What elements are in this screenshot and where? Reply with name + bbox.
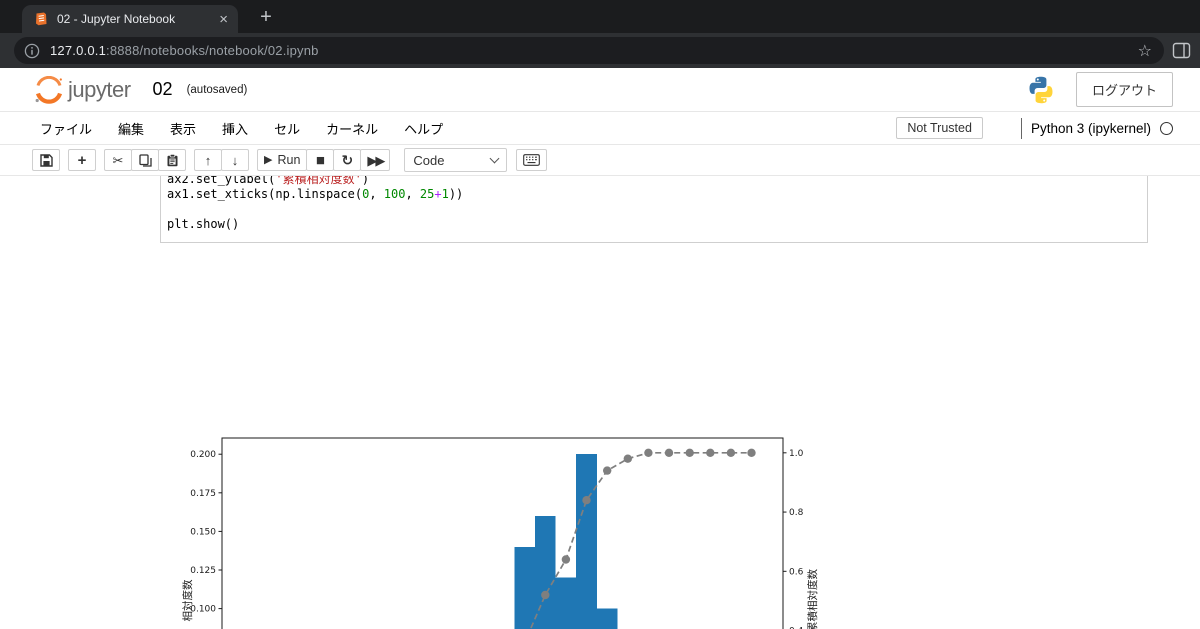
checkpoint-status: (autosaved) bbox=[186, 83, 248, 96]
cut-cell-button[interactable]: ✂ bbox=[104, 149, 132, 171]
browser-tab[interactable]: 02 - Jupyter Notebook × bbox=[22, 5, 238, 33]
logout-button[interactable]: ログアウト bbox=[1075, 72, 1173, 107]
kernel-name: Python 3 (ipykernel) bbox=[1030, 120, 1151, 136]
output-chart: 0481216202428323640444852566064687276808… bbox=[181, 437, 819, 629]
chevron-down-icon bbox=[489, 153, 500, 164]
add-cell-button[interactable]: + bbox=[68, 149, 96, 171]
save-button[interactable] bbox=[32, 149, 60, 171]
run-label: Run bbox=[277, 153, 301, 167]
paste-cell-button[interactable] bbox=[158, 149, 186, 171]
svg-text:0.200: 0.200 bbox=[190, 450, 216, 460]
notebook-body: ax2.set_ylabel('累積相対度数') ax1.set_xticks(n… bbox=[0, 176, 1200, 629]
menu-items: ファイル 編集 表示 挿入 セル カーネル ヘルプ bbox=[27, 119, 456, 138]
svg-text:0.175: 0.175 bbox=[190, 489, 216, 499]
svg-text:1.0: 1.0 bbox=[789, 449, 804, 459]
side-panel-icon[interactable] bbox=[1171, 40, 1192, 61]
menu-bar: ファイル 編集 表示 挿入 セル カーネル ヘルプ Not Trusted Python 3… bbox=[0, 112, 1200, 145]
close-tab-icon[interactable]: × bbox=[219, 12, 228, 27]
y-axis-right: 0.00.20.40.60.81.0 bbox=[783, 449, 804, 629]
keyboard-icon bbox=[523, 154, 541, 166]
command-palette-button[interactable] bbox=[516, 149, 548, 171]
y-axis-left: 0.0000.0250.0500.0750.1000.1250.1500.175… bbox=[190, 450, 222, 615]
menu-item-3[interactable]: 挿入 bbox=[209, 119, 261, 138]
cell-type-value: Code bbox=[413, 152, 445, 168]
bookmark-star-icon[interactable]: ☆ bbox=[1138, 41, 1152, 61]
menu-item-5[interactable]: カーネル bbox=[313, 119, 391, 138]
notebook-toolbar: + ✂ ↑ ↓ ▶ Run ■ ↻ ▶▶ Code bbox=[0, 145, 1200, 176]
cell-type-select[interactable]: Code bbox=[404, 148, 508, 172]
tab-title: 02 - Jupyter Notebook bbox=[57, 12, 176, 26]
kernel-separator bbox=[1020, 117, 1022, 139]
browser-toolbar: 127.0.0.1:8888/notebooks/notebook/02.ipy… bbox=[0, 33, 1200, 68]
jupyter-favicon bbox=[36, 12, 47, 26]
browser-tab-bar: 02 - Jupyter Notebook × + bbox=[0, 0, 1200, 33]
code-line: plt.show() bbox=[167, 217, 240, 231]
floppy-disk-icon bbox=[39, 153, 53, 167]
site-info-icon[interactable] bbox=[24, 43, 40, 59]
move-cell-up-button[interactable]: ↑ bbox=[194, 149, 222, 171]
menu-item-0[interactable]: ファイル bbox=[27, 119, 105, 138]
plot-spines bbox=[221, 437, 784, 629]
arrow-up-icon: ↑ bbox=[204, 152, 212, 168]
address-bar[interactable]: 127.0.0.1:8888/notebooks/notebook/02.ipy… bbox=[14, 37, 1164, 64]
y-axis-left-label: 相対度数 bbox=[181, 579, 194, 621]
kernel-idle-icon bbox=[1160, 121, 1173, 135]
cumulative-line bbox=[529, 451, 752, 629]
restart-icon: ↻ bbox=[341, 151, 354, 168]
menu-item-4[interactable]: セル bbox=[261, 119, 313, 138]
menu-item-1[interactable]: 編集 bbox=[105, 119, 157, 138]
move-cell-down-button[interactable]: ↓ bbox=[221, 149, 249, 171]
url-text: 127.0.0.1:8888/notebooks/notebook/02.ipy… bbox=[50, 43, 1138, 58]
run-cell-button[interactable]: ▶ Run bbox=[257, 149, 308, 171]
svg-text:0.6: 0.6 bbox=[789, 567, 804, 577]
y-axis-right-label: 累積相対度数 bbox=[806, 569, 819, 629]
menu-item-6[interactable]: ヘルプ bbox=[391, 119, 456, 138]
play-icon: ▶ bbox=[264, 153, 273, 166]
url-path: :8888/notebooks/notebook/02.ipynb bbox=[106, 43, 319, 58]
browser-window: 02 - Jupyter Notebook × + 127.0.0.1:8888… bbox=[0, 0, 1200, 629]
restart-kernel-button[interactable]: ↻ bbox=[333, 149, 362, 171]
trust-status-button[interactable]: Not Trusted bbox=[896, 117, 983, 139]
url-host: 127.0.0.1 bbox=[50, 43, 107, 58]
histogram-bars bbox=[514, 454, 618, 629]
svg-text:0.125: 0.125 bbox=[190, 566, 216, 576]
python-logo bbox=[1029, 76, 1053, 103]
stop-icon: ■ bbox=[315, 151, 325, 169]
code-line: ax1.set_xticks(np.linspace(0, 100, 25+1)… bbox=[167, 187, 464, 201]
notebook-title[interactable]: 02 bbox=[153, 79, 173, 100]
restart-run-all-button[interactable]: ▶▶ bbox=[360, 149, 391, 171]
copy-cell-button[interactable] bbox=[131, 149, 159, 171]
cumulative-markers bbox=[541, 448, 756, 600]
clipboard-icon bbox=[167, 153, 177, 166]
interrupt-kernel-button[interactable]: ■ bbox=[306, 149, 335, 171]
arrow-down-icon: ↓ bbox=[231, 152, 239, 168]
cell-output: 0481216202428323640444852566064687276808… bbox=[180, 429, 840, 629]
jupyter-wordmark[interactable]: jupyter bbox=[68, 77, 131, 103]
code-editor[interactable]: ax2.set_ylabel('累積相対度数') ax1.set_xticks(n… bbox=[167, 176, 1147, 232]
fast-forward-icon: ▶▶ bbox=[367, 152, 385, 168]
copy-icon bbox=[138, 153, 152, 167]
plus-icon: + bbox=[77, 151, 87, 169]
svg-text:0.150: 0.150 bbox=[190, 527, 216, 537]
svg-text:0.100: 0.100 bbox=[190, 605, 216, 615]
notebook-header: jupyter 02 (autosaved) ログアウト bbox=[0, 68, 1200, 112]
svg-text:0.8: 0.8 bbox=[789, 508, 804, 518]
menu-item-2[interactable]: 表示 bbox=[157, 119, 209, 138]
new-tab-button[interactable]: + bbox=[252, 3, 280, 31]
code-cell[interactable]: ax2.set_ylabel('累積相対度数') ax1.set_xticks(n… bbox=[160, 176, 1148, 243]
jupyter-logo[interactable] bbox=[34, 75, 64, 104]
scissors-icon: ✂ bbox=[112, 152, 124, 168]
code-line: ax2.set_ylabel('累積相対度数') bbox=[167, 176, 370, 186]
